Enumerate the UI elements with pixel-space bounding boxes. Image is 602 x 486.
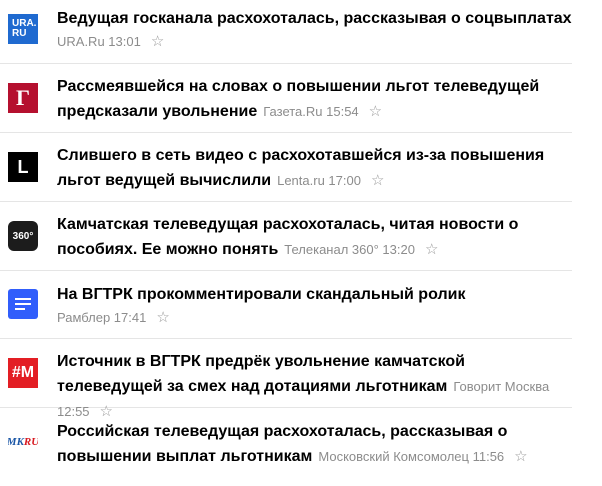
- news-item: L Слившего в сеть видео с расхохотавшейс…: [0, 133, 572, 202]
- mk-ru-logo-icon[interactable]: MK RU: [8, 427, 38, 457]
- news-item: MK RU Российская телеведущая расхохоталас…: [0, 408, 572, 486]
- logo-text: 360°: [12, 230, 34, 242]
- news-body: Рассмеявшейся на словах о повышении льго…: [57, 74, 572, 124]
- source-time: Lenta.ru 17:00: [277, 173, 361, 188]
- news-item: #M Источник в ВГТРК предрёк увольнение к…: [0, 339, 572, 420]
- logo-text-line: RU: [12, 28, 27, 39]
- news-body: На ВГТРК прокомментировали скандальный р…: [57, 282, 572, 329]
- source-time: Газета.Ru 15:54: [263, 104, 359, 119]
- star-icon[interactable]: ☆: [371, 168, 384, 193]
- news-meta: URA.Ru 13:01 ☆: [57, 31, 572, 53]
- source-time: Телеканал 360° 13:20: [284, 242, 415, 257]
- 360-logo-icon[interactable]: 360°: [8, 221, 38, 251]
- news-body: Российская телеведущая расхохоталась, ра…: [57, 419, 572, 469]
- news-meta: Lenta.ru 17:00 ☆: [277, 172, 384, 189]
- logo-text: #M: [11, 364, 35, 381]
- star-icon[interactable]: ☆: [425, 237, 438, 262]
- news-meta: Газета.Ru 15:54 ☆: [263, 103, 382, 120]
- news-item: 360° Камчатская телеведущая расхохоталас…: [0, 202, 572, 271]
- ura-ru-logo-icon[interactable]: URA. RU: [8, 14, 38, 44]
- rambler-logo-icon[interactable]: [8, 289, 38, 319]
- logo-text: Г: [16, 85, 30, 110]
- govorit-moskva-logo-icon[interactable]: #M: [8, 358, 38, 388]
- lenta-ru-logo-icon[interactable]: L: [8, 152, 38, 182]
- star-icon[interactable]: ☆: [151, 31, 164, 53]
- news-body: Слившего в сеть видео с расхохотавшейся …: [57, 143, 572, 193]
- gazeta-ru-logo-icon[interactable]: Г: [8, 83, 38, 113]
- news-meta: Телеканал 360° 13:20 ☆: [284, 241, 438, 258]
- logo-text-blue: MK: [8, 436, 24, 448]
- news-body: Камчатская телеведущая расхохоталась, чи…: [57, 212, 572, 262]
- news-headline-link[interactable]: Источник в ВГТРК предрёк увольнение камч…: [57, 353, 465, 395]
- news-body: Ведущая госканала расхохоталась, рассказ…: [57, 6, 572, 53]
- source-time: Московский Комсомолец 11:56: [318, 449, 505, 464]
- news-headline-link[interactable]: На ВГТРК прокомментировали скандальный р…: [57, 286, 465, 303]
- source-time: URA.Ru 13:01: [57, 34, 141, 49]
- logo-text-red: RU: [23, 436, 38, 448]
- news-item: Г Рассмеявшейся на словах о повышении ль…: [0, 64, 572, 133]
- star-icon[interactable]: ☆: [156, 307, 169, 329]
- news-meta: Московский Комсомолец 11:56 ☆: [318, 448, 527, 465]
- news-list: URA. RU Ведущая госканала расхохоталась,…: [0, 0, 602, 486]
- star-icon[interactable]: ☆: [369, 99, 382, 124]
- source-time: Рамблер 17:41: [57, 310, 147, 325]
- news-item: URA. RU Ведущая госканала расхохоталась,…: [0, 0, 572, 64]
- news-item: На ВГТРК прокомментировали скандальный р…: [0, 271, 572, 339]
- star-icon[interactable]: ☆: [514, 444, 527, 469]
- news-headline-link[interactable]: Ведущая госканала расхохоталась, рассказ…: [57, 10, 572, 27]
- news-meta: Рамблер 17:41 ☆: [57, 307, 572, 329]
- logo-text: L: [17, 156, 29, 177]
